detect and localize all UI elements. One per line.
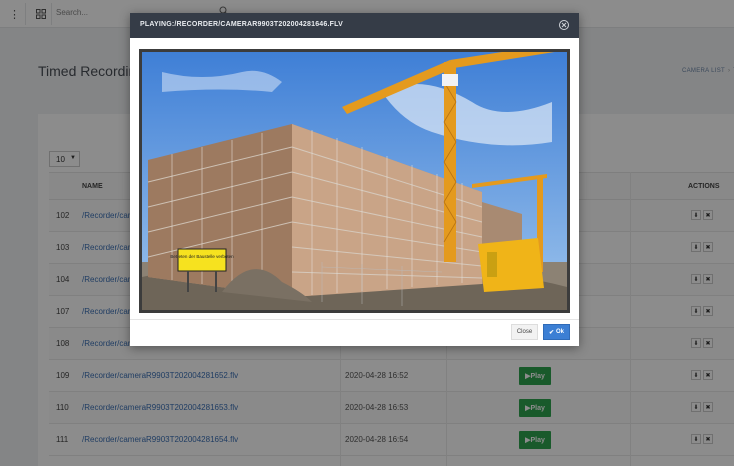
- video-frame: Betreten der Baustelle verboten: [142, 52, 567, 310]
- modal-header: PLAYING:/RECORDER/CAMERAR9903T2020042816…: [130, 13, 579, 38]
- close-icon[interactable]: [558, 19, 570, 31]
- ok-label: Ok: [556, 329, 565, 335]
- video-player[interactable]: Betreten der Baustelle verboten: [139, 49, 570, 313]
- video-player-modal: PLAYING:/RECORDER/CAMERAR9903T2020042816…: [130, 13, 579, 346]
- close-button[interactable]: Close: [511, 324, 538, 340]
- ok-button[interactable]: ✔ Ok: [543, 324, 570, 340]
- modal-title: PLAYING:/RECORDER/CAMERAR9903T2020042816…: [140, 21, 343, 28]
- warning-sign: Betreten der Baustelle verboten: [170, 254, 234, 259]
- modal-footer-divider: [130, 319, 579, 320]
- check-icon: ✔: [548, 329, 554, 336]
